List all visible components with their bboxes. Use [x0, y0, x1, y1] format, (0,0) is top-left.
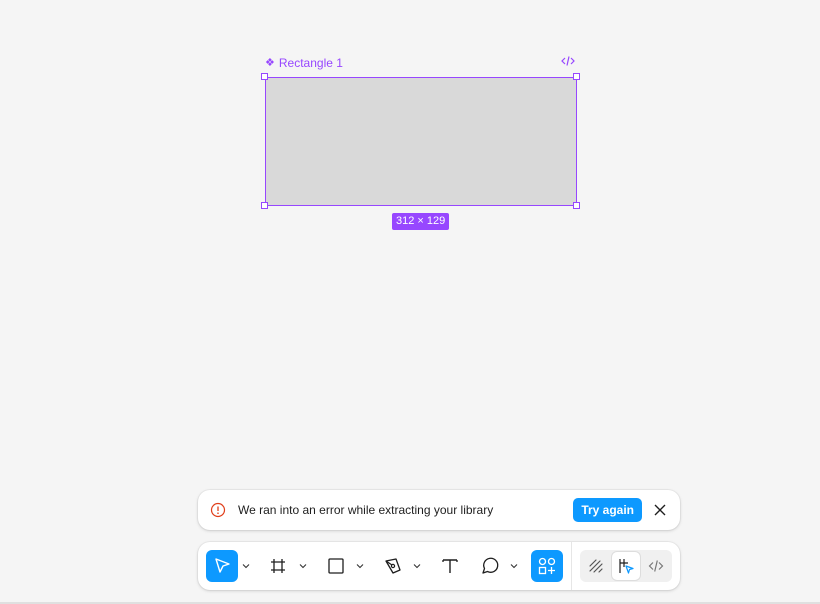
- move-tool[interactable]: [206, 550, 238, 582]
- dev-mode[interactable]: [642, 552, 670, 580]
- design-canvas[interactable]: ❖ Rectangle 1 312 × 129 We ran into an e…: [0, 0, 820, 604]
- code-icon-svg: [561, 56, 575, 66]
- layer-name-label[interactable]: ❖ Rectangle 1: [265, 56, 343, 70]
- component-name: Rectangle 1: [278, 56, 343, 70]
- resize-handle-bottom-left[interactable]: [261, 202, 268, 209]
- resize-handle-bottom-right[interactable]: [573, 202, 580, 209]
- close-icon[interactable]: [652, 502, 668, 518]
- comment-icon: [482, 557, 499, 574]
- error-icon: [210, 502, 226, 518]
- mode-switcher: [580, 550, 672, 582]
- design-mode[interactable]: [612, 552, 640, 580]
- component-icon: ❖: [265, 56, 275, 69]
- pen-tool[interactable]: [377, 550, 409, 582]
- assets-tool[interactable]: [531, 550, 563, 582]
- text-tool[interactable]: [434, 550, 466, 582]
- design-icon: [619, 559, 634, 574]
- chevron-down-icon[interactable]: [299, 562, 307, 570]
- error-message: We ran into an error while extracting yo…: [238, 503, 494, 517]
- chevron-down-icon[interactable]: [413, 562, 421, 570]
- bottom-toolbar: [198, 542, 680, 590]
- code-icon: [648, 560, 664, 572]
- shape-tool[interactable]: [320, 550, 352, 582]
- assets-icon: [538, 557, 556, 575]
- code-icon[interactable]: [561, 55, 575, 70]
- frame-tool[interactable]: [262, 550, 294, 582]
- pen-icon: [385, 558, 401, 574]
- dimensions-badge: 312 × 129: [392, 213, 450, 230]
- toolbar-divider: [571, 542, 572, 590]
- chevron-down-icon[interactable]: [510, 562, 518, 570]
- draw-icon: [589, 559, 603, 573]
- resize-handle-top-left[interactable]: [261, 73, 268, 80]
- cursor-icon: [215, 558, 230, 573]
- chevron-down-icon[interactable]: [356, 562, 364, 570]
- draw-mode[interactable]: [582, 552, 610, 580]
- text-icon: [442, 559, 458, 573]
- chevron-down-icon[interactable]: [242, 562, 250, 570]
- error-toast: We ran into an error while extracting yo…: [198, 490, 680, 530]
- resize-handle-top-right[interactable]: [573, 73, 580, 80]
- rectangle-layer[interactable]: [265, 77, 577, 206]
- frame-icon: [271, 559, 285, 573]
- rectangle-icon: [328, 558, 344, 574]
- comment-tool[interactable]: [474, 550, 506, 582]
- try-again-button[interactable]: Try again: [573, 498, 642, 522]
